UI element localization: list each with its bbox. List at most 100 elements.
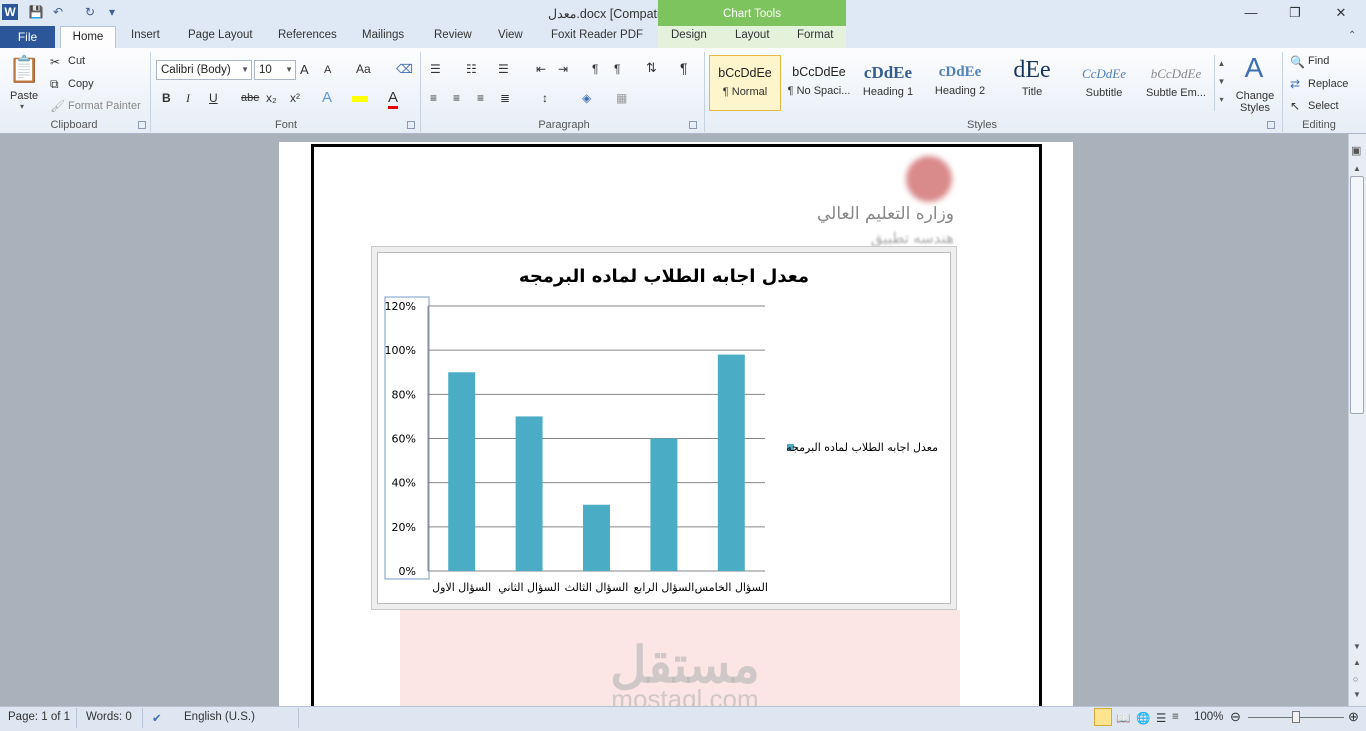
strikethrough-button[interactable]: abe — [241, 92, 259, 104]
align-right-icon[interactable]: ≡ — [477, 91, 484, 105]
paste-button[interactable]: Paste — [10, 90, 38, 102]
ltr-icon[interactable]: ¶ — [592, 62, 598, 76]
y-tick-label[interactable]: 120% — [385, 300, 416, 313]
style-heading-1[interactable]: cDdEe Heading 1 — [852, 55, 924, 111]
style-heading-2[interactable]: cDdEe Heading 2 — [924, 55, 996, 111]
line-spacing-icon[interactable]: ↕ — [542, 91, 548, 105]
text-effects-icon[interactable]: A — [322, 89, 332, 106]
highlight-color-icon[interactable] — [352, 96, 368, 102]
change-case-button[interactable]: Aa — [356, 62, 371, 76]
y-axis-ticks[interactable]: 0% 20% 40% 60% 80% 100% 120% — [385, 300, 416, 578]
bar[interactable] — [650, 438, 678, 572]
numbering-icon[interactable]: ☷ — [466, 62, 477, 76]
y-tick-label[interactable]: 0% — [399, 565, 416, 578]
increase-indent-icon[interactable]: ⇥ — [558, 62, 568, 76]
tab-references[interactable]: References — [278, 29, 337, 41]
font-name-combo[interactable]: Calibri (Body) ▼ — [156, 60, 252, 80]
tab-home[interactable]: Home — [60, 26, 116, 49]
multilevel-list-icon[interactable]: ☰ — [498, 62, 509, 76]
underline-button[interactable]: U — [209, 91, 218, 105]
bar[interactable] — [515, 416, 543, 571]
zoom-slider-thumb[interactable] — [1292, 711, 1300, 723]
style-subtle-emphasis[interactable]: bCcDdEe Subtle Em... — [1140, 55, 1212, 111]
tab-foxit[interactable]: Foxit Reader PDF — [551, 29, 643, 41]
font-size-combo[interactable]: 10 ▼ — [254, 60, 296, 80]
chart-title[interactable]: معدل اجابه الطلاب لماده البرمجه — [519, 266, 809, 287]
zoom-in-icon[interactable]: ⊕ — [1348, 709, 1359, 725]
paragraph-launcher-icon[interactable] — [689, 121, 697, 129]
change-styles-icon[interactable]: A — [1236, 52, 1272, 84]
close-button[interactable]: ✕ — [1322, 2, 1360, 24]
subscript-button[interactable]: x₂ — [266, 91, 277, 105]
draft-icon[interactable]: ≡ — [1172, 711, 1179, 723]
restore-button[interactable]: ❐ — [1276, 2, 1314, 24]
tab-review[interactable]: Review — [434, 29, 472, 41]
decrease-indent-icon[interactable]: ⇤ — [536, 62, 546, 76]
tab-design[interactable]: Design — [671, 29, 707, 41]
zoom-out-icon[interactable]: ⊖ — [1230, 709, 1241, 725]
scroll-up-icon[interactable]: ▲ — [1353, 164, 1361, 173]
grow-font-button[interactable]: A — [300, 62, 309, 77]
y-tick-label[interactable]: 40% — [392, 477, 416, 490]
x-tick-label[interactable]: السؤال الاول — [432, 581, 491, 594]
page-count[interactable]: Page: 1 of 1 — [8, 711, 70, 723]
clear-formatting-icon[interactable]: ⌫ — [396, 62, 413, 76]
sort-icon[interactable]: ⇅ — [646, 60, 657, 76]
scroll-down-icon[interactable]: ▼ — [1353, 642, 1361, 651]
x-axis-ticks[interactable]: السؤال الاول السؤال الثاني السؤال الثالث ال… — [432, 581, 768, 594]
chart-canvas[interactable]: معدل اجابه الطلاب لماده البرمجه 0% 20% 40%… — [377, 252, 951, 604]
shading-icon[interactable]: ◈ — [582, 91, 591, 105]
y-tick-label[interactable]: 100% — [385, 344, 416, 357]
align-center-icon[interactable]: ≡ — [453, 91, 460, 105]
style-normal[interactable]: bCcDdEe ¶ Normal — [709, 55, 781, 111]
previous-page-icon[interactable]: ▲ — [1353, 658, 1361, 667]
full-screen-reading-icon[interactable]: 📖 — [1116, 711, 1130, 725]
paste-dropdown-icon[interactable]: ▾ — [20, 102, 24, 111]
x-tick-label[interactable]: السؤال الرابع — [633, 581, 694, 594]
bar[interactable] — [448, 372, 476, 571]
web-layout-icon[interactable]: 🌐 — [1136, 711, 1150, 725]
tab-view[interactable]: View — [498, 29, 523, 41]
scroll-thumb[interactable] — [1350, 176, 1364, 414]
styles-launcher-icon[interactable] — [1267, 121, 1275, 129]
next-page-icon[interactable]: ▼ — [1353, 690, 1361, 699]
x-tick-label[interactable]: السؤال الثالث — [565, 581, 629, 594]
outline-icon[interactable]: ☰ — [1156, 711, 1166, 725]
bar[interactable] — [717, 354, 745, 571]
superscript-button[interactable]: x² — [290, 91, 300, 105]
borders-icon[interactable]: ▦ — [616, 91, 627, 105]
x-tick-label[interactable]: السؤال الثاني — [498, 581, 560, 594]
tab-layout[interactable]: Layout — [735, 29, 770, 41]
show-marks-icon[interactable]: ¶ — [680, 60, 688, 76]
bars[interactable] — [448, 354, 745, 572]
browse-object-icon[interactable]: ○ — [1353, 674, 1358, 684]
italic-button[interactable]: I — [186, 91, 190, 106]
bar[interactable] — [583, 504, 610, 571]
clipboard-launcher-icon[interactable] — [138, 121, 146, 129]
style-title[interactable]: dEe Title — [996, 55, 1068, 111]
rtl-icon[interactable]: ¶ — [614, 62, 620, 76]
tab-file[interactable]: File — [0, 26, 55, 48]
find-button[interactable]: Find — [1308, 55, 1329, 67]
style-subtitle[interactable]: CcDdEe Subtitle — [1068, 55, 1140, 111]
cut-button[interactable]: Cut — [68, 55, 85, 67]
print-layout-icon[interactable] — [1094, 708, 1112, 726]
tab-mailings[interactable]: Mailings — [362, 29, 404, 41]
copy-button[interactable]: Copy — [68, 78, 94, 90]
zoom-level[interactable]: 100% — [1194, 711, 1223, 723]
ruler-toggle-icon[interactable]: ▣ — [1351, 144, 1361, 157]
proofing-icon[interactable]: ✔ — [152, 711, 162, 725]
bold-button[interactable]: B — [162, 91, 171, 105]
tab-format[interactable]: Format — [797, 29, 833, 41]
style-no-spacing[interactable]: bCcDdEe ¶ No Spaci... — [782, 55, 856, 111]
minimize-button[interactable]: — — [1232, 2, 1270, 24]
shrink-font-button[interactable]: A — [324, 64, 331, 76]
legend-label[interactable]: معدل اجابه الطلاب لماده البرمجه — [786, 441, 938, 454]
collapse-ribbon-icon[interactable]: ⌃ — [1348, 30, 1356, 41]
paste-icon[interactable]: 📋 — [8, 54, 40, 90]
y-tick-label[interactable]: 20% — [392, 521, 416, 534]
bullets-icon[interactable]: ☰ — [430, 62, 441, 76]
select-button[interactable]: Select — [1308, 100, 1339, 112]
language[interactable]: English (U.S.) — [184, 711, 255, 723]
format-painter-button[interactable]: Format Painter — [68, 100, 141, 112]
